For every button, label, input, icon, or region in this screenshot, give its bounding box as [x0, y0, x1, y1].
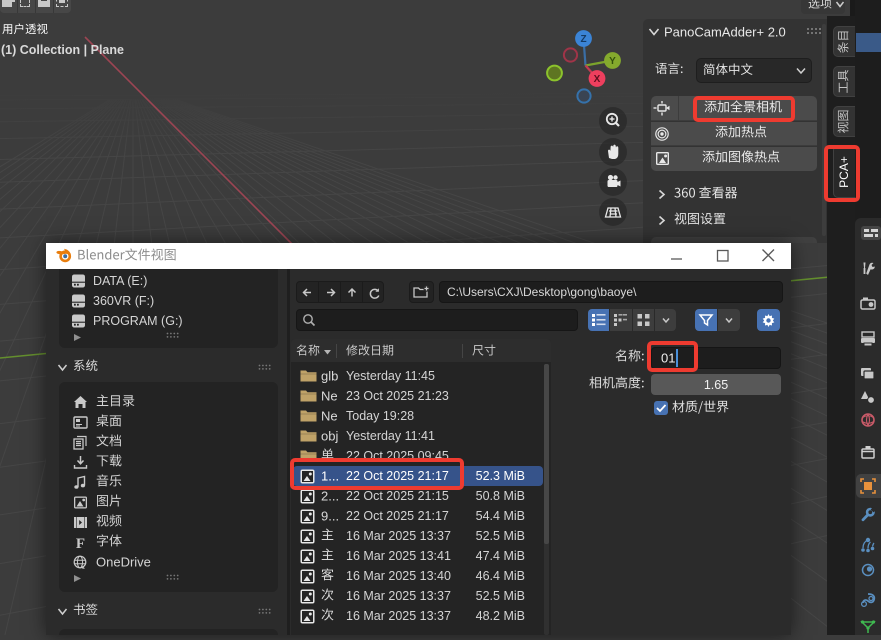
svg-text:X: X: [594, 74, 601, 85]
svg-text:Z: Z: [580, 34, 586, 45]
svg-text:Y: Y: [609, 56, 616, 67]
svg-text:F: F: [76, 536, 85, 550]
